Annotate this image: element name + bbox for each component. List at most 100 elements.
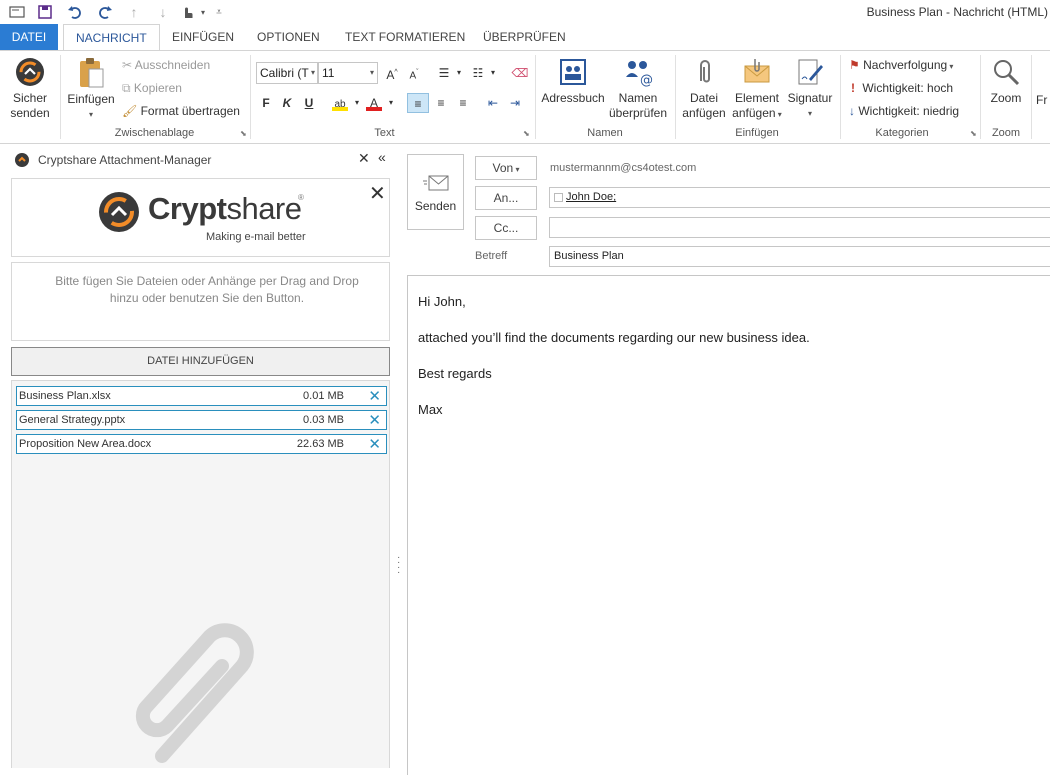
list-item[interactable]: Business Plan.xlsx 0.01 MB ✕ [16,386,387,406]
to-field[interactable]: John Doe; [549,187,1050,208]
recipient-chip[interactable]: John Doe; [566,191,616,203]
group-label-insert: Einfügen [735,127,779,139]
group-separator [535,55,536,139]
chevron-down-icon[interactable]: ▾ [483,63,503,83]
from-button[interactable]: Von ▾ [475,156,537,180]
check-names-icon: @ [623,57,653,88]
logo-wordmark: Cryptshare [148,191,302,226]
attach-file-button[interactable]: Datei anfügen [680,57,728,121]
signature-icon [795,57,825,87]
high-importance-button[interactable]: ! Wichtigkeit: hoch [849,78,953,98]
zoom-button[interactable]: Zoom [984,57,1028,106]
font-size-select[interactable]: 11 ▾ [318,62,378,84]
logo-tagline: Making e-mail better [206,231,306,243]
dialog-launcher-icon[interactable]: ⬊ [970,129,977,138]
group-separator [1031,55,1032,139]
attach-item-button[interactable]: Element anfügen ▾ [730,57,784,122]
to-button[interactable]: An... [475,186,537,210]
subject-field[interactable]: Business Plan [549,246,1050,267]
undo-icon[interactable] [66,3,84,21]
address-book-button[interactable]: Adressbuch [540,57,606,106]
align-left-icon[interactable]: ≡ [407,93,429,113]
chevron-down-icon: ▾ [947,62,954,71]
file-size: 0.03 MB [303,414,344,426]
drop-zone[interactable]: Bitte fügen Sie Dateien oder Anhänge per… [11,262,390,341]
cc-field[interactable] [549,217,1050,238]
grow-font-icon[interactable]: A^ [382,63,402,83]
low-importance-button[interactable]: ↓ Wichtigkeit: niedrig [849,101,959,121]
align-center-icon[interactable]: ≡ [431,93,451,113]
group-label-names: Namen [587,127,623,139]
pane-splitter-handle[interactable]: · · · · [397,553,400,578]
signature-button[interactable]: Signatur ▾ [786,57,834,121]
cc-button[interactable]: Cc... [475,216,537,240]
tab-options[interactable]: OPTIONEN [245,24,332,50]
tab-file[interactable]: DATEI [0,24,58,50]
italic-button[interactable]: K [277,93,297,113]
redo-icon[interactable] [96,3,114,21]
increase-indent-icon[interactable]: ⇥ [505,93,525,113]
close-icon[interactable]: ✕ [358,150,370,167]
list-item[interactable]: General Strategy.pptx 0.03 MB ✕ [16,410,387,430]
clear-formatting-icon[interactable]: ⌫ [510,63,530,83]
font-family-select[interactable]: Calibri (T ▾ [256,62,318,84]
arrow-down-icon[interactable]: ↓ [154,3,172,21]
follow-up-button[interactable]: ⚑ Nachverfolgung ▾ [849,55,953,75]
magnifier-icon [991,57,1021,87]
exclamation-icon: ! [851,81,855,95]
cut-button[interactable]: ✂ Ausschneiden [122,55,210,75]
customize-toolbar-icon[interactable]: ⩡ [210,3,228,21]
check-names-button[interactable]: @ Namen überprüfen [606,57,670,121]
paste-button[interactable]: Einfügen ▾ [66,57,116,122]
file-size: 0.01 MB [303,390,344,402]
svg-text:@: @ [640,73,653,87]
window-title: Business Plan - Nachricht (HTML) [866,5,1048,19]
collapse-pane-icon[interactable]: « [378,149,386,165]
dialog-launcher-icon[interactable]: ⬊ [240,129,247,138]
copy-button[interactable]: ⧉ Kopieren [122,78,182,98]
chevron-down-icon[interactable]: ▾ [449,63,469,83]
paperclip-icon [689,57,719,87]
remove-icon[interactable]: ✕ [368,435,381,453]
message-body[interactable]: Hi John, attached you’ll find the docume… [407,275,1050,775]
dialog-launcher-icon[interactable]: ⬊ [523,129,530,138]
ribbon: Sicher senden Einfügen ▾ ✂ Ausschneiden … [0,50,1050,144]
underline-button[interactable]: U [299,93,319,113]
remove-icon[interactable]: ✕ [368,387,381,405]
tab-review[interactable]: ÜBERPRÜFEN [471,24,578,50]
body-paragraph: Max [418,402,443,417]
chevron-down-icon: ▾ [513,165,520,174]
file-name: Proposition New Area.docx [19,438,152,450]
from-address: mustermannm@cs4otest.com [550,162,697,174]
group-label-zoom: Zoom [991,127,1021,139]
scissors-icon: ✂ [122,58,133,72]
decrease-indent-icon[interactable]: ⇤ [483,93,503,113]
add-file-button[interactable]: DATEI HINZUFÜGEN [11,347,390,376]
secure-send-button[interactable]: Sicher senden [6,57,54,121]
cut-off-ribbon-button[interactable]: Fr [1036,93,1050,108]
remove-icon[interactable]: ✕ [368,411,381,429]
compose-area: Senden Von ▾ mustermannm@cs4otest.com An… [402,145,1050,775]
clipboard-icon [77,57,105,89]
bold-button[interactable]: F [256,93,276,113]
tab-insert[interactable]: EINFÜGEN [160,24,246,50]
tab-message[interactable]: NACHRICHT [63,24,160,51]
paintbrush-icon: 🖌 [122,104,138,118]
group-separator [250,55,251,139]
arrow-up-icon[interactable]: ↑ [125,3,143,21]
close-logo-icon[interactable]: ✕ [369,181,386,206]
window-menu-icon[interactable] [8,3,26,21]
send-button[interactable]: Senden [407,154,464,230]
shrink-font-icon[interactable]: Aˇ [404,63,424,83]
format-painter-button[interactable]: 🖌 Format übertragen [122,101,240,121]
drop-hint: Bitte fügen Sie Dateien oder Anhänge per… [55,274,359,305]
group-label-text: Text [374,127,395,139]
chevron-down-icon[interactable]: ▾ [381,93,401,113]
save-icon[interactable] [36,3,54,21]
list-item[interactable]: Proposition New Area.docx 22.63 MB ✕ [16,434,387,454]
chevron-down-icon: ▾ [775,110,782,119]
body-paragraph: Best regards [418,366,492,381]
paperclip-icon [122,606,292,776]
align-right-icon[interactable]: ≡ [453,93,473,113]
tab-format-text[interactable]: TEXT FORMATIEREN [333,24,477,50]
